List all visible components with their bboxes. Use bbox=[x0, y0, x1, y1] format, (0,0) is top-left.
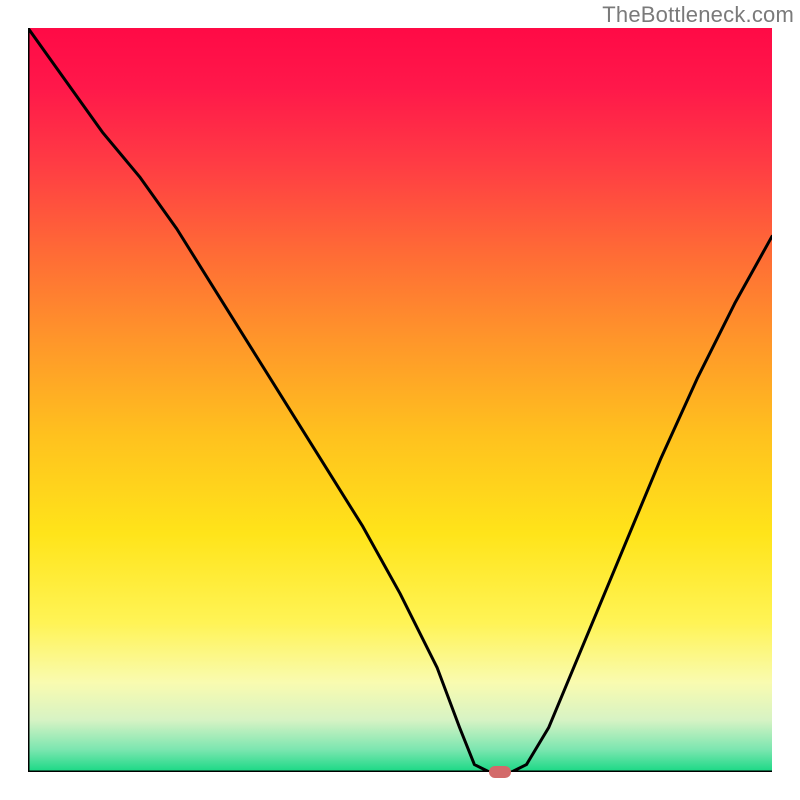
bottleneck-curve bbox=[28, 28, 772, 772]
chart-container: TheBottleneck.com bbox=[0, 0, 800, 800]
source-attribution: TheBottleneck.com bbox=[602, 2, 794, 28]
plot-area bbox=[28, 28, 772, 772]
optimal-point-marker bbox=[489, 766, 511, 778]
chart-overlay bbox=[28, 28, 772, 772]
